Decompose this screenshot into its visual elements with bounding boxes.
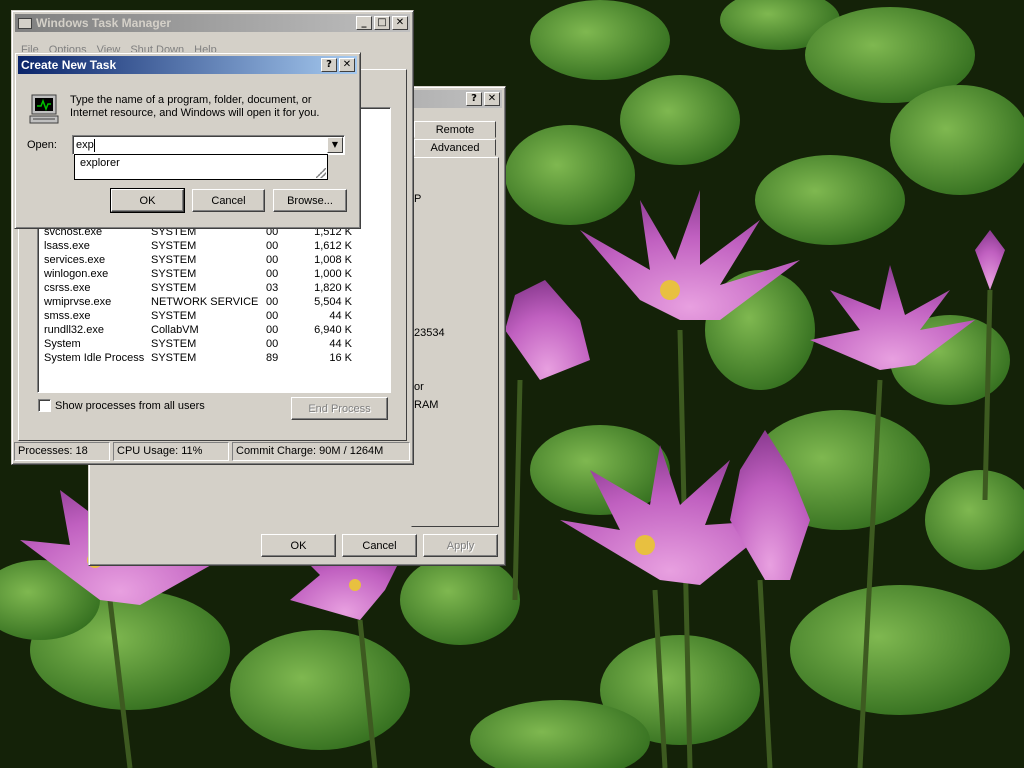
cancel-button[interactable]: Cancel [192, 189, 265, 212]
close-button[interactable]: ✕ [339, 58, 355, 72]
process-user: SYSTEM [151, 310, 197, 322]
process-cpu: 00 [266, 296, 279, 308]
minimize-button[interactable]: _ [356, 16, 372, 30]
dialog-title: Create New Task [21, 58, 117, 72]
window-title: Windows Task Manager [36, 16, 172, 30]
process-user: SYSTEM [151, 254, 197, 266]
fragment-text: or [414, 381, 424, 393]
fragment-text: 23534 [414, 327, 445, 339]
process-user: SYSTEM [151, 240, 197, 252]
process-memory: 6,940 K [314, 324, 352, 336]
dropdown-arrow-button[interactable]: ▼ [327, 137, 343, 153]
show-all-users-checkbox[interactable] [38, 399, 51, 412]
tab-panel [411, 157, 499, 527]
open-input[interactable]: exp [76, 139, 94, 151]
fragment-text: RAM [414, 399, 439, 411]
open-label: Open: [27, 139, 57, 151]
cancel-button[interactable]: Cancel [342, 534, 417, 557]
fragment-text: P [414, 193, 422, 205]
process-row[interactable]: wmiprvse.exe NETWORK SERVICE 00 5,504 K [44, 296, 352, 310]
create-task-titlebar[interactable]: Create New Task ? ✕ [18, 56, 357, 74]
process-cpu: 00 [266, 254, 279, 266]
process-user: SYSTEM [151, 268, 197, 280]
process-row[interactable]: winlogon.exe SYSTEM 00 1,000 K [44, 268, 352, 282]
process-user: SYSTEM [151, 352, 197, 364]
task-manager-titlebar[interactable]: Windows Task Manager _ □ ✕ [15, 14, 410, 32]
process-memory: 1,000 K [314, 268, 352, 280]
process-memory: 44 K [329, 310, 352, 322]
close-button[interactable]: ✕ [484, 92, 500, 106]
process-cpu: 00 [266, 338, 279, 350]
process-row[interactable]: System SYSTEM 00 44 K [44, 338, 352, 352]
help-button[interactable]: ? [466, 92, 482, 106]
end-process-button[interactable]: End Process [291, 397, 388, 420]
process-row[interactable]: lsass.exe SYSTEM 00 1,612 K [44, 240, 352, 254]
process-user: NETWORK SERVICE [151, 296, 259, 308]
status-commit-charge: Commit Charge: 90M / 1264M [232, 442, 410, 461]
ok-button[interactable]: OK [261, 534, 336, 557]
process-row[interactable]: csrss.exe SYSTEM 03 1,820 K [44, 282, 352, 296]
process-name: smss.exe [44, 310, 91, 322]
create-new-task-dialog[interactable]: Create New Task ? ✕ Type the name of a p… [14, 52, 361, 229]
tab-advanced[interactable]: Advanced [414, 139, 496, 156]
process-name: rundll32.exe [44, 324, 104, 336]
resize-grip-icon [316, 168, 326, 178]
run-program-icon [29, 94, 59, 124]
process-memory: 44 K [329, 338, 352, 350]
process-cpu: 00 [266, 240, 279, 252]
process-memory: 16 K [329, 352, 352, 364]
maximize-button[interactable]: □ [374, 16, 390, 30]
process-cpu: 03 [266, 282, 279, 294]
process-memory: 5,504 K [314, 296, 352, 308]
process-row[interactable]: rundll32.exe CollabVM 00 6,940 K [44, 324, 352, 338]
status-processes: Processes: 18 [14, 442, 110, 461]
process-memory: 1,612 K [314, 240, 352, 252]
process-cpu: 00 [266, 268, 279, 280]
process-row[interactable]: smss.exe SYSTEM 00 44 K [44, 310, 352, 324]
computer-icon [18, 17, 32, 29]
status-cpu-usage: CPU Usage: 11% [113, 442, 229, 461]
process-name: lsass.exe [44, 240, 90, 252]
process-name: services.exe [44, 254, 106, 266]
process-cpu: 00 [266, 324, 279, 336]
browse-button[interactable]: Browse... [273, 189, 347, 212]
process-memory: 1,008 K [314, 254, 352, 266]
text-cursor [94, 139, 95, 152]
process-user: SYSTEM [151, 338, 197, 350]
show-all-users-label[interactable]: Show processes from all users [55, 400, 205, 412]
open-combobox[interactable]: exp ▼ [72, 135, 345, 155]
process-user: SYSTEM [151, 282, 197, 294]
process-cpu: 89 [266, 352, 279, 364]
help-button[interactable]: ? [321, 58, 337, 72]
autocomplete-list[interactable]: explorer [74, 154, 328, 180]
process-name: wmiprvse.exe [44, 296, 112, 308]
process-memory: 1,820 K [314, 282, 352, 294]
process-row[interactable]: System Idle Process SYSTEM 89 16 K [44, 352, 352, 366]
process-name: csrss.exe [44, 282, 91, 294]
process-row[interactable]: services.exe SYSTEM 00 1,008 K [44, 254, 352, 268]
close-button[interactable]: ✕ [392, 16, 408, 30]
process-name: System [44, 338, 81, 350]
process-user: CollabVM [151, 324, 199, 336]
apply-button[interactable]: Apply [423, 534, 498, 557]
description-line-2: Internet resource, and Windows will open… [70, 107, 320, 119]
description-line-1: Type the name of a program, folder, docu… [70, 94, 312, 106]
process-cpu: 00 [266, 310, 279, 322]
tab-remote[interactable]: Remote [414, 121, 496, 138]
process-name: System Idle Process [44, 352, 145, 364]
autocomplete-item-explorer[interactable]: explorer [80, 157, 120, 169]
ok-button[interactable]: OK [110, 188, 185, 213]
process-name: winlogon.exe [44, 268, 109, 280]
